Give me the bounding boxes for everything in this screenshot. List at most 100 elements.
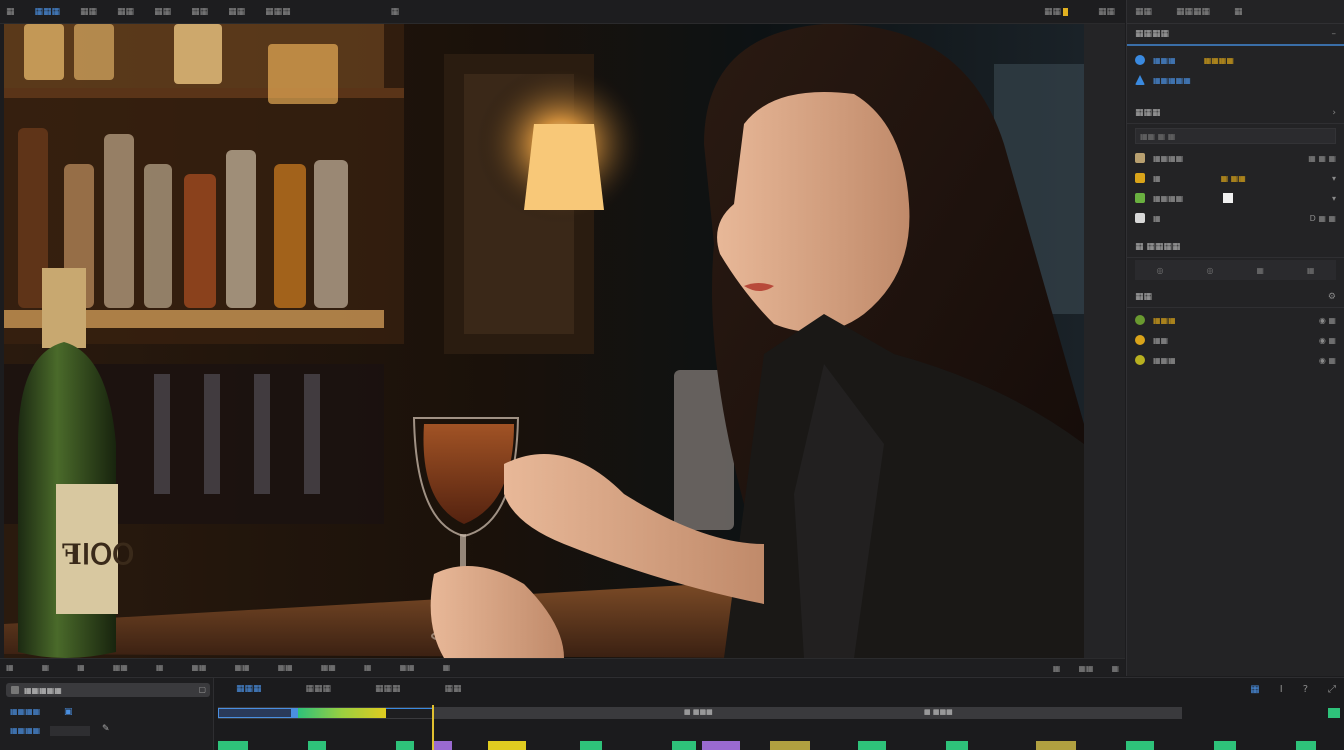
eye-icon[interactable]: ◉ ▦ [1319,336,1336,345]
viewer-tool[interactable]: ▦ [443,663,451,672]
layer-row[interactable]: ▦▦▦ ◉ ▦ [1127,310,1344,330]
layer-dot-icon [1135,315,1145,325]
tab-timeline-2[interactable]: ▦▦▦ [375,684,401,694]
effect-icon[interactable]: ◎ [1206,266,1213,275]
playhead[interactable] [432,705,434,750]
ruler-label: ▦ ▦▦▦ [684,708,713,716]
tab-timeline-1[interactable]: ▦▦▦ [306,684,332,694]
program-monitor[interactable]: ꟻꓲꓳꓳ [4,24,1084,658]
menu-right-item[interactable]: ▦▦ [1098,7,1115,17]
timeline-search-input[interactable]: ▦▦▦▦▦ ▢ [6,683,210,697]
menu-item-file[interactable]: ▦ [6,7,15,17]
viewer-tool[interactable]: ▦▦ [235,663,250,672]
tab-more[interactable]: ▦ [1234,7,1243,17]
section-header-transform[interactable]: ▦▦▦ › [1127,102,1344,124]
tab-effects[interactable]: ▦▦▦▦ [1176,7,1210,17]
property-row[interactable]: ▦ D ▦ ▦ [1127,208,1344,228]
effect-icon[interactable]: ◎ [1156,266,1163,275]
chevron-right-icon[interactable]: › [1332,108,1336,118]
viewer-fullscreen-button[interactable]: ▦ [1111,664,1119,673]
menu-item-clip[interactable]: ▦▦ [80,7,97,17]
effect-icon[interactable]: ▦ [1307,266,1315,275]
section-header-clip[interactable]: ▦▦▦▦ – [1127,24,1344,46]
workspace-button[interactable]: ▦▦ [1044,7,1068,17]
clip-gradient[interactable] [298,708,386,718]
track-clip[interactable] [1126,741,1154,750]
track-clip[interactable] [770,741,810,750]
viewer-tool[interactable]: ▦ [77,663,85,672]
pen-tool-icon[interactable]: ? [1303,684,1308,695]
tab-properties[interactable]: ▦▦ [1135,7,1152,17]
clip-blue[interactable] [218,708,292,718]
clip-row-audio[interactable]: ▦▦▦▦▦ [1127,70,1344,90]
color-swatch[interactable] [1223,193,1234,203]
viewer-tool[interactable]: ▦▦ [191,663,206,672]
track-clip[interactable] [672,741,696,750]
properties-panel: ▦▦ ▦▦▦▦ ▦ ▦▦▦▦ – ▦▦▦ ▦▦▦▦ ▦▦▦▦▦ ▦▦▦ › ▦▦… [1126,0,1344,676]
clip-row-video[interactable]: ▦▦▦ ▦▦▦▦ [1127,50,1344,70]
viewer-tool[interactable]: ▦ [156,663,164,672]
track-clip[interactable] [946,741,968,750]
track-clip[interactable] [488,741,526,750]
tab-timeline-0[interactable]: ▦▦▦ [236,684,262,694]
layer-row[interactable]: ▦▦▦ ◉ ▦ [1127,350,1344,370]
track-clip[interactable] [858,741,886,750]
minus-icon[interactable]: – [1332,29,1337,39]
track-clip[interactable] [702,741,740,750]
select-tool-icon[interactable]: ▦ [1250,684,1259,695]
track-clip[interactable] [396,741,414,750]
viewer-toolbar-right: ▦ ▦▦ ▦ [1053,659,1119,677]
track-clip[interactable] [580,741,602,750]
track-label[interactable]: ▦▦▦▦ [10,726,40,735]
menu-item-sequence[interactable]: ▦▦ [117,7,134,17]
section-header-effects[interactable]: ▦ ▦▦▦▦ [1127,236,1344,258]
property-row[interactable]: ▦▦▦▦ ▾ [1127,188,1344,208]
track-label[interactable]: ▦▦▦▦ [10,707,40,716]
menu-item-edit[interactable]: ▦▦▦ [35,7,61,17]
eye-icon[interactable]: ◉ ▦ [1319,356,1336,365]
mic-icon[interactable]: ✎ [102,724,110,734]
viewer-tool[interactable]: ▦▦ [321,663,336,672]
viewer-export-button[interactable]: ▦▦ [1078,664,1093,673]
clip-green-end[interactable] [1328,708,1340,718]
text-tool-icon[interactable]: I [1280,684,1283,695]
menu-item-window[interactable]: ▦▦▦ [265,7,291,17]
track-volume-slider[interactable] [50,726,90,736]
menu-right-group: ▦▦ ▦▦ [1044,0,1115,24]
tab-timeline-3[interactable]: ▦▦ [445,684,462,694]
timeline-tools: ▦ I ? ⤢ [1250,684,1336,695]
section-header-layers[interactable]: ▦▦ ⚙ [1127,286,1344,308]
close-icon[interactable]: ▢ [198,685,206,694]
transform-field[interactable]: ▦▦ ▦ ▦ [1135,128,1336,144]
track-clip[interactable] [308,741,326,750]
viewer-settings-button[interactable]: ▦ [1053,664,1061,673]
viewer-tool[interactable]: ▦ [42,663,50,672]
expand-icon[interactable]: ⤢ [1328,684,1336,695]
track-clip[interactable] [1214,741,1236,750]
viewer-tool[interactable]: ▦▦ [113,663,128,672]
eye-icon[interactable]: ◉ ▦ [1319,316,1336,325]
menu-item-marker[interactable]: ▦▦ [154,7,171,17]
track-clip[interactable] [1036,741,1076,750]
timeline-track-headers: ▦▦▦▦▦ ▢ ▦▦▦▦ ▦▦▦▦ ▣ ✎ [0,678,214,750]
viewer-tool[interactable]: ▦ [6,663,14,672]
properties-tabs: ▦▦ ▦▦▦▦ ▦ [1127,0,1344,24]
track-clip[interactable] [432,741,452,750]
menu-item-help[interactable]: ▦ [391,7,400,17]
property-row[interactable]: ▦ ▦ ▦▦ ▾ [1127,168,1344,188]
track-clip[interactable] [218,741,248,750]
effects-icon-row: ◎ ◎ ▦ ▦ [1135,260,1336,280]
settings-icon[interactable]: ⚙ [1328,292,1336,302]
effect-icon[interactable]: ▦ [1256,266,1264,275]
workspace-color-swatch [1062,7,1068,16]
viewer-tool[interactable]: ▦ [364,663,372,672]
menu-item-graphics[interactable]: ▦▦ [191,7,208,17]
layer-row[interactable]: ▦▦ ◉ ▦ [1127,330,1344,350]
property-row[interactable]: ▦▦▦▦ ▦ ▦ ▦ [1127,148,1344,168]
viewer-side-gutter [1084,24,1125,658]
menu-item-view[interactable]: ▦▦ [228,7,245,17]
lock-icon[interactable]: ▣ [64,707,73,717]
viewer-tool[interactable]: ▦▦ [278,663,293,672]
track-clip[interactable] [1296,741,1316,750]
viewer-tool[interactable]: ▦▦ [399,663,414,672]
